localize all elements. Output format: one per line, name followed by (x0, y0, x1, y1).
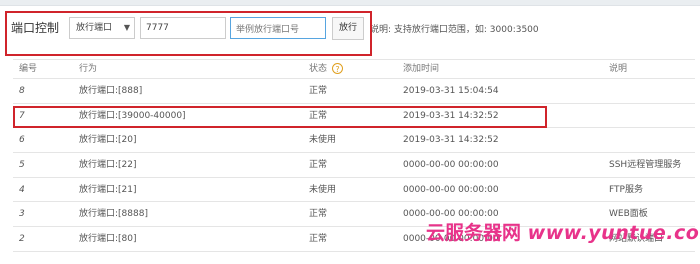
row-status: 未使用 (309, 184, 337, 195)
table-row: 2 放行端口:[80] 正常 0000-00-00 00:00:00 网站默认端… (13, 227, 695, 252)
row-time: 0000-00-00 00:00:00 (403, 184, 499, 195)
row-action: 放行端口:[8888] (79, 209, 148, 220)
row-time: 2019-03-31 14:32:52 (403, 110, 499, 121)
remark-input[interactable] (230, 17, 326, 39)
row-action: 放行端口:[888] (79, 86, 143, 96)
table-row: 3 放行端口:[8888] 正常 0000-00-00 00:00:00 WEB… (13, 202, 695, 228)
header-action: 行为 (79, 64, 98, 74)
header-id: 编号 (19, 64, 38, 74)
table-header-row: 编号 行为 状态? 添加时间 说明 (13, 59, 695, 79)
port-input[interactable] (140, 17, 226, 39)
header-time: 添加时间 (403, 64, 440, 74)
table-row: 7 放行端口:[39000-40000] 正常 2019-03-31 14:32… (13, 103, 695, 129)
chevron-down-icon: ▼ (123, 23, 130, 32)
port-control-toolbar: 端口控制 放行端口 ▼ 放行 说明: 支持放行端口范围，如: 3000:3500 (0, 6, 700, 50)
table-row: 5 放行端口:[22] 正常 0000-00-00 00:00:00 SSH远程… (13, 153, 695, 178)
row-remark: FTP服务 (609, 184, 643, 195)
table-row: 8 放行端口:[888] 正常 2019-03-31 15:04:54 (13, 79, 695, 104)
header-status: 状态? (309, 60, 344, 79)
row-status: 正常 (309, 86, 328, 96)
row-id: 3 (19, 209, 25, 220)
header-status-label: 状态 (309, 64, 328, 74)
row-action: 放行端口:[22] (79, 160, 137, 171)
port-control-label: 端口控制 (11, 21, 60, 35)
row-time: 2019-03-31 14:32:52 (403, 135, 499, 146)
row-id: 5 (19, 160, 25, 171)
row-remark: SSH远程管理服务 (609, 160, 682, 171)
rule-type-select-value: 放行端口 (76, 23, 113, 33)
port-range-hint: 说明: 支持放行端口范围，如: 3000:3500 (370, 25, 539, 35)
table-row: 4 放行端口:[21] 未使用 0000-00-00 00:00:00 FTP服… (13, 178, 695, 203)
row-action: 放行端口:[20] (79, 135, 137, 146)
row-time: 2019-03-31 15:04:54 (403, 86, 499, 96)
row-id: 6 (19, 135, 25, 146)
table-row: 6 放行端口:[20] 未使用 2019-03-31 14:32:52 (13, 128, 695, 154)
row-action: 放行端口:[21] (79, 184, 137, 195)
row-id: 8 (19, 86, 25, 96)
row-id: 4 (19, 184, 25, 195)
row-time: 0000-00-00 00:00:00 (403, 160, 499, 171)
rule-type-select[interactable]: 放行端口 ▼ (69, 17, 135, 39)
help-icon[interactable]: ? (332, 63, 344, 74)
release-button[interactable]: 放行 (332, 17, 364, 40)
row-status: 未使用 (309, 135, 337, 146)
row-remark: 网站默认端口 (609, 234, 664, 245)
row-id: 7 (19, 110, 25, 121)
row-status: 正常 (309, 110, 328, 121)
row-time: 0000-00-00 00:00:00 (403, 234, 499, 245)
row-action: 放行端口:[80] (79, 234, 137, 245)
row-status: 正常 (309, 234, 328, 245)
port-rules-table: 编号 行为 状态? 添加时间 说明 8 放行端口:[888] 正常 2019-0… (13, 59, 695, 252)
row-id: 2 (19, 234, 25, 245)
row-action: 放行端口:[39000-40000] (79, 110, 186, 121)
row-status: 正常 (309, 209, 328, 220)
row-time: 0000-00-00 00:00:00 (403, 209, 499, 220)
header-remark: 说明 (609, 64, 628, 74)
row-status: 正常 (309, 160, 328, 171)
row-remark: WEB面板 (609, 209, 648, 220)
